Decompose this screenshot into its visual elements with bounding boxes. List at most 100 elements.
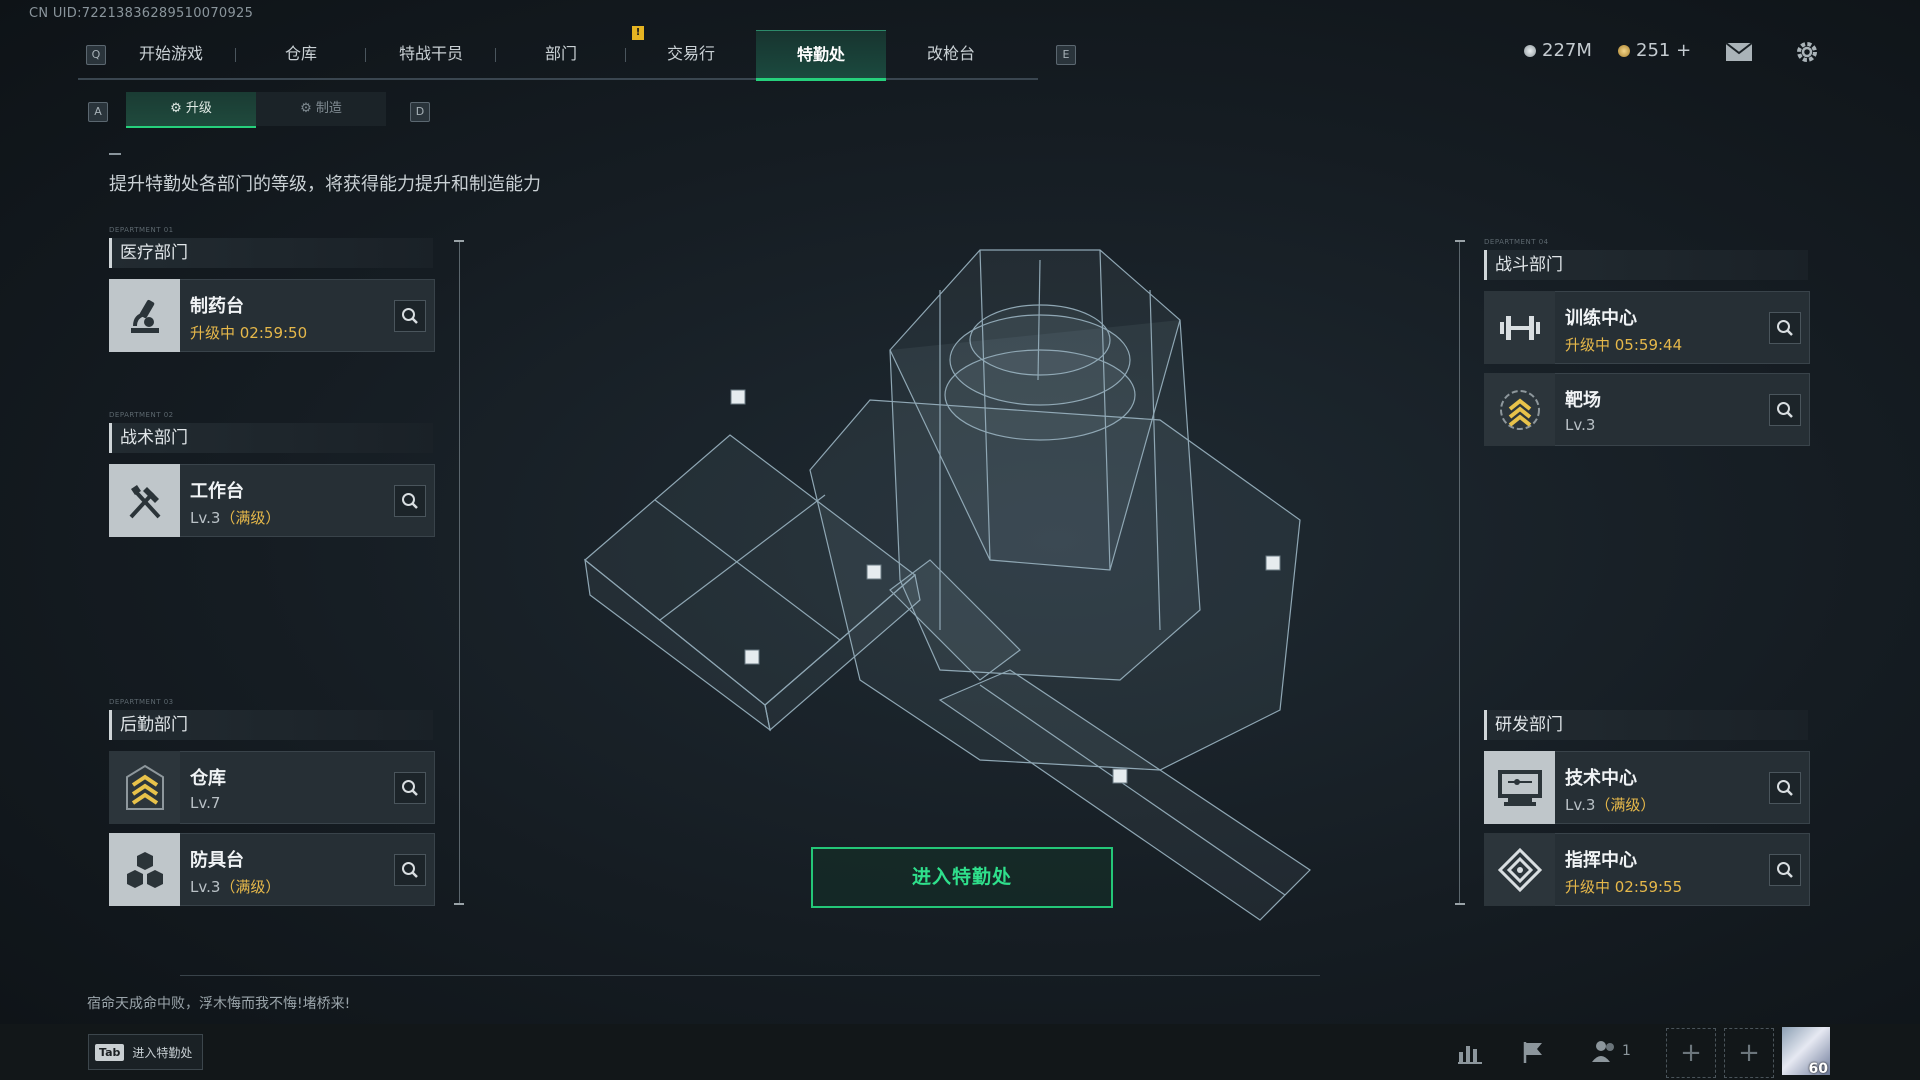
search-icon[interactable] — [394, 485, 426, 517]
settings-gear-icon[interactable] — [1792, 37, 1822, 67]
bracket-tick — [454, 903, 464, 905]
tab-label: 部门 — [544, 44, 577, 63]
dumbbell-icon — [1484, 291, 1555, 364]
facility-training-center[interactable]: 训练中心 升级中 05:59:44 — [1484, 291, 1810, 364]
tab-gunsmith[interactable]: 改枪台 — [886, 30, 1016, 78]
dept-tag: DEPARTMENT 03 — [109, 698, 174, 706]
dept-combat-title: 战斗部门 — [1484, 250, 1808, 280]
search-icon[interactable] — [1769, 772, 1801, 804]
subtabs: ⚙ 升级 ⚙ 制造 — [126, 92, 386, 128]
facility-pharmacy[interactable]: 制药台 升级中 02:59:50 — [109, 279, 435, 352]
gold-amount: 251 + — [1636, 40, 1692, 61]
party-members[interactable]: 1 — [1590, 1038, 1631, 1064]
subtab-label: 升级 — [185, 101, 212, 116]
gold-currency[interactable]: 251 + — [1618, 40, 1691, 61]
nav-right-key: E — [1056, 45, 1076, 65]
target-rank-icon — [1484, 373, 1555, 446]
chevron-rank-icon — [109, 751, 180, 824]
plus-icon: + — [1680, 1038, 1702, 1068]
add-teammate-slot[interactable]: + — [1724, 1028, 1774, 1078]
monitor-icon — [1484, 751, 1555, 824]
tab-trading[interactable]: 交易行 — [626, 30, 756, 78]
stats-chart-icon[interactable] — [1455, 1037, 1485, 1067]
add-teammate-slot[interactable]: + — [1666, 1028, 1716, 1078]
page-description: 提升特勤处各部门的等级，将获得能力提升和制造能力 — [109, 174, 541, 195]
plus-icon: + — [1738, 1038, 1760, 1068]
tab-start-game[interactable]: 开始游戏 — [106, 30, 236, 78]
dept-logistics-title: 后勤部门 — [109, 710, 433, 740]
search-icon[interactable] — [1769, 394, 1801, 426]
flag-icon[interactable] — [1518, 1037, 1548, 1067]
tab-label: 交易行 — [666, 44, 715, 63]
base-wireframe-model — [584, 249, 1311, 921]
right-bracket — [1459, 240, 1460, 905]
silver-currency: 227M — [1524, 40, 1592, 61]
silver-coin-icon — [1524, 44, 1536, 57]
bracket-tick — [454, 240, 464, 242]
dept-tag: DEPARTMENT 01 — [109, 226, 174, 234]
facility-level: Lv.3 — [190, 509, 221, 527]
divider — [109, 153, 121, 155]
enter-special-ops-button[interactable]: 进入特勤处 — [811, 847, 1113, 908]
facility-level: Lv.3 — [190, 878, 221, 896]
search-icon[interactable] — [394, 772, 426, 804]
subtab-left-key: A — [88, 102, 108, 122]
command-icon — [1484, 833, 1555, 906]
search-icon[interactable] — [394, 854, 426, 886]
facility-command-center[interactable]: 指挥中心 升级中 02:59:55 — [1484, 833, 1810, 906]
mail-icon[interactable] — [1724, 37, 1754, 67]
tab-label: 特勤处 — [796, 45, 845, 64]
player-avatar[interactable]: 60 — [1782, 1027, 1830, 1077]
subtab-label: 制造 — [315, 101, 342, 116]
shortcut-label: 进入特勤处 — [132, 1045, 193, 1060]
subtab-upgrade[interactable]: ⚙ 升级 — [126, 92, 256, 128]
tab-operators[interactable]: 特战干员 — [366, 30, 496, 78]
tab-enter-shortcut[interactable]: Tab 进入特勤处 — [88, 1034, 204, 1070]
tab-key: Tab — [95, 1043, 125, 1061]
search-icon[interactable] — [1769, 854, 1801, 886]
subtab-right-key: D — [410, 102, 430, 122]
medicine-icon — [109, 279, 180, 352]
dept-research-title: 研发部门 — [1484, 710, 1808, 740]
dept-tag: DEPARTMENT 04 — [1484, 238, 1549, 246]
player-uid: CN UID:72213836289510070925 — [29, 6, 254, 21]
silver-amount: 227M — [1542, 40, 1592, 61]
subtab-craft[interactable]: ⚙ 制造 — [256, 92, 386, 126]
facility-armor-bench[interactable]: 防具台 Lv.3（满级） — [109, 833, 435, 906]
facility-tech-center[interactable]: 技术中心 Lv.3（满级） — [1484, 751, 1810, 824]
cubes-icon — [109, 833, 180, 906]
tab-warehouse[interactable]: 仓库 — [236, 30, 366, 78]
facility-warehouse[interactable]: 仓库 Lv.7 — [109, 751, 435, 824]
craft-icon: ⚙ — [300, 101, 316, 116]
dept-tag: DEPARTMENT 02 — [109, 411, 174, 419]
bracket-tick — [1455, 240, 1465, 242]
max-level-tag: （满级） — [220, 878, 281, 896]
bracket-tick — [1455, 903, 1465, 905]
notice-badge[interactable]: ! — [632, 26, 644, 40]
tools-icon — [109, 464, 180, 537]
facility-level: Lv.3 — [1565, 796, 1596, 814]
max-level-tag: （满级） — [1595, 796, 1656, 814]
search-icon[interactable] — [394, 300, 426, 332]
tab-label: 仓库 — [284, 44, 317, 63]
top-nav: Q 开始游戏 仓库 特战干员 部门 交易行 特勤处 改枪台 E — [78, 30, 1076, 81]
tab-label: 特战干员 — [398, 44, 463, 63]
facility-shooting-range[interactable]: 靶场 Lv.3 — [1484, 373, 1810, 446]
gold-coin-icon — [1618, 44, 1630, 57]
tab-departments[interactable]: 部门 — [496, 30, 626, 78]
tab-special-ops[interactable]: 特勤处 — [756, 30, 886, 81]
party-count: 1 — [1622, 1043, 1631, 1059]
dept-medical-title: 医疗部门 — [109, 238, 433, 268]
tab-label: 改枪台 — [926, 44, 975, 63]
dept-tactical-title: 战术部门 — [109, 423, 433, 453]
footer-divider — [180, 975, 1320, 976]
tab-label: 开始游戏 — [138, 44, 203, 63]
facility-workbench[interactable]: 工作台 Lv.3（满级） — [109, 464, 435, 537]
left-bracket — [459, 240, 460, 905]
tip-text: 宿命天成命中败，浮木悔而我不悔!堵桥来! — [87, 996, 351, 1012]
player-level: 60 — [1808, 1061, 1828, 1077]
max-level-tag: （满级） — [220, 509, 281, 527]
nav-left-key: Q — [86, 45, 106, 65]
bottom-bar — [0, 1024, 1920, 1080]
search-icon[interactable] — [1769, 312, 1801, 344]
